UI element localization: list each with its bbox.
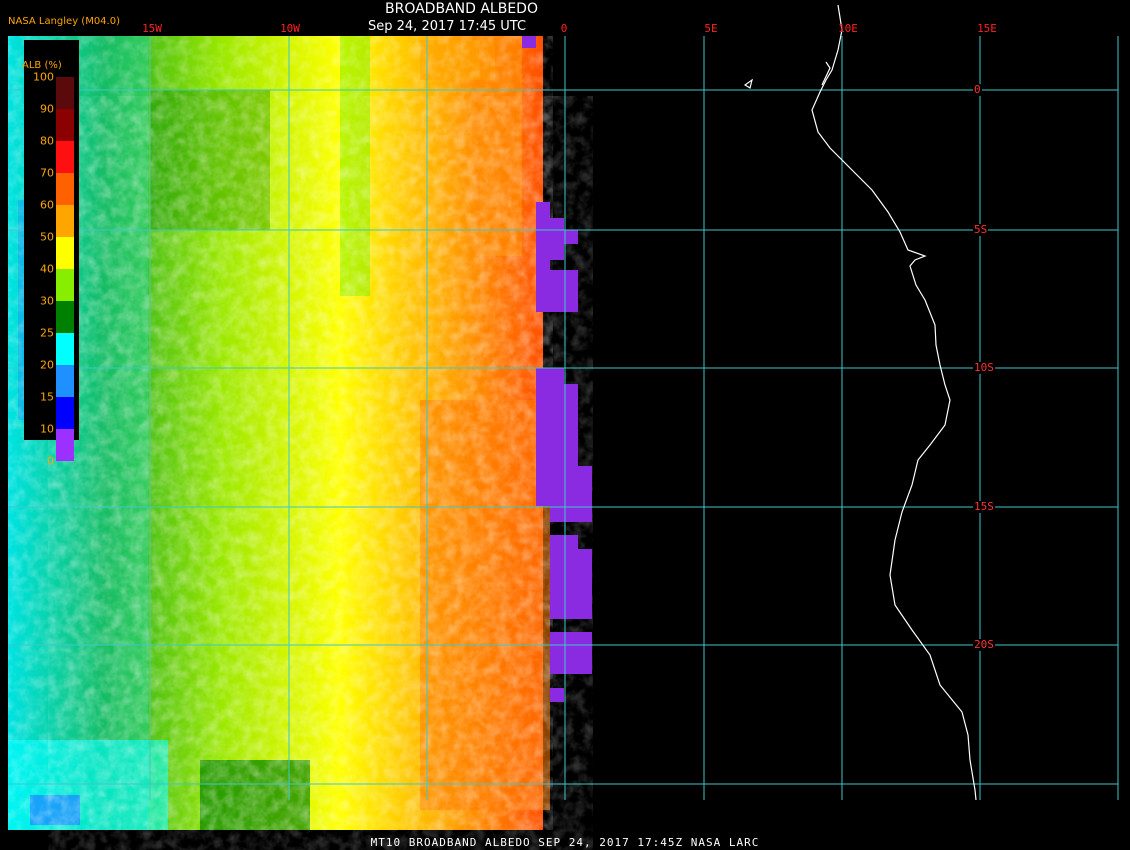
lon-label-5e: 5E [704, 22, 718, 35]
legend-tick: 50 [40, 230, 54, 244]
lat-label-20s: 20S [973, 638, 995, 651]
lon-label-10e: 10E [838, 22, 858, 35]
albedo-map [8, 4, 1119, 850]
legend-tick: 30 [40, 294, 54, 308]
albedo-field [8, 36, 593, 850]
legend-tick: 80 [40, 134, 54, 148]
legend-tick: 10 [40, 422, 54, 436]
lon-label-15e: 15E [977, 22, 997, 35]
footer-caption: MT10 BROADBAND ALBEDO SEP 24, 2017 17:45… [370, 836, 760, 849]
legend-swatch [56, 301, 74, 333]
legend-swatch [56, 77, 74, 109]
legend-tick: 15 [40, 390, 54, 404]
albedo-legend: ALB (%) 100 90 80 70 60 50 40 30 25 20 15 10 0 [22, 40, 79, 468]
legend-tick: 25 [40, 326, 54, 340]
lon-label-15w: 15W [142, 22, 162, 35]
legend-swatch [56, 109, 74, 141]
lat-label-0: 0 [973, 83, 982, 96]
legend-swatch [56, 237, 74, 269]
legend-swatch [56, 173, 74, 205]
legend-tick: 90 [40, 102, 54, 116]
map-title: BROADBAND ALBEDO [385, 1, 538, 17]
legend-tick: 0 [47, 454, 54, 468]
legend-tick: 40 [40, 262, 54, 276]
legend-swatch [56, 397, 74, 429]
legend-title: ALB (%) [22, 60, 62, 71]
legend-swatch [56, 365, 74, 397]
legend-swatch [56, 141, 74, 173]
legend-tick: 70 [40, 166, 54, 180]
legend-swatch [56, 429, 74, 461]
legend-swatch [56, 333, 74, 365]
legend-swatch [56, 205, 74, 237]
credit-label: NASA Langley (M04.0) [8, 16, 120, 27]
lon-label-0: 0 [560, 22, 568, 35]
coastline [743, 4, 977, 801]
legend-tick: 60 [40, 198, 54, 212]
legend-swatch [56, 269, 74, 301]
legend-tick: 100 [33, 70, 54, 84]
lat-label-15s: 15S [973, 500, 995, 513]
lat-label-10s: 10S [973, 361, 995, 374]
map-timestamp: Sep 24, 2017 17:45 UTC [368, 19, 527, 34]
lat-label-5s: 5S [973, 223, 989, 236]
lon-label-10w: 10W [280, 22, 300, 35]
legend-tick: 20 [40, 358, 54, 372]
